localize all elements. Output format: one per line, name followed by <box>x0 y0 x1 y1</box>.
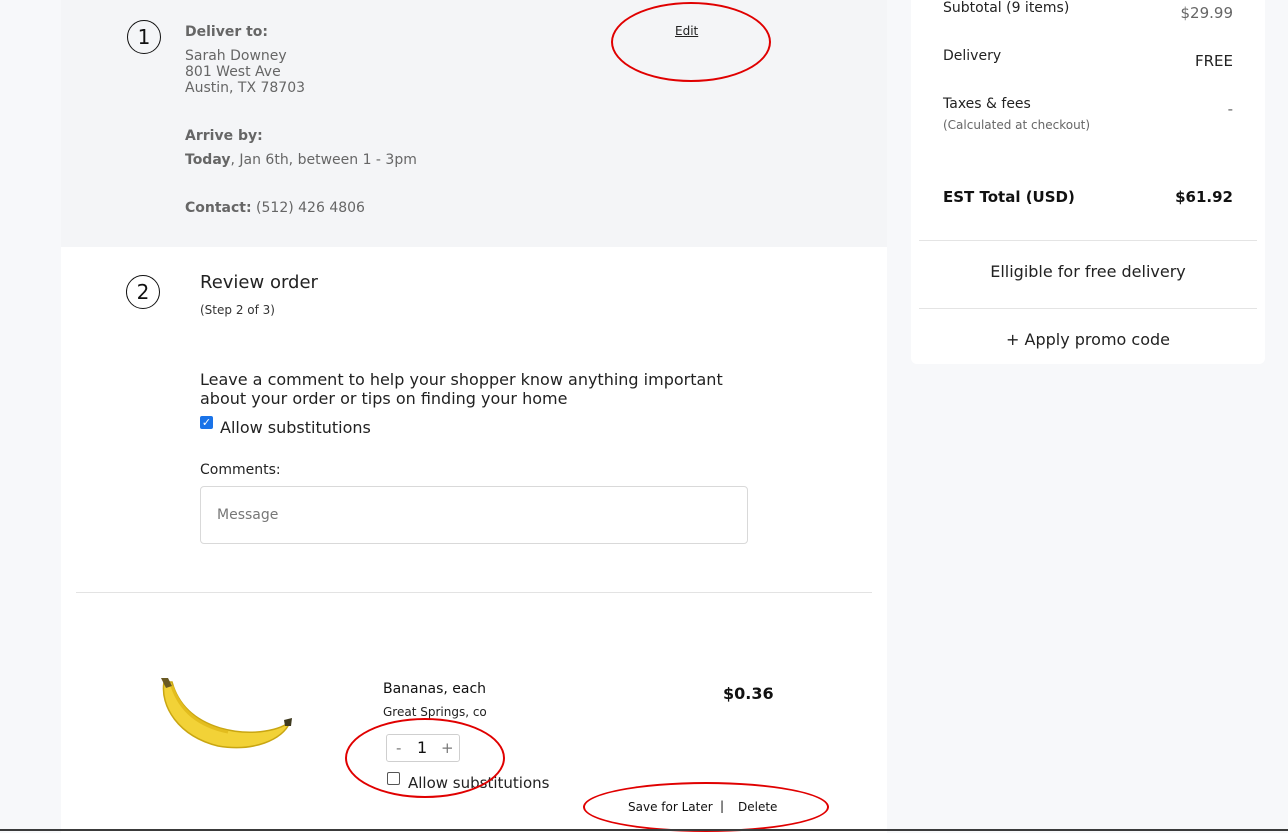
taxes-value: - <box>1227 100 1233 118</box>
decrease-quantity-button[interactable]: - <box>396 739 401 757</box>
action-separator: | <box>720 799 725 813</box>
save-for-later-button[interactable]: Save for Later <box>628 800 713 814</box>
delivery-fee-label: Delivery <box>943 48 1002 64</box>
allow-substitutions-checkbox[interactable]: ✓ <box>200 416 213 429</box>
step-1-indicator: 1 <box>127 20 161 54</box>
deliver-to-label: Deliver to: <box>185 24 269 40</box>
step-2-indicator: 2 <box>126 275 160 309</box>
section-divider <box>76 592 872 593</box>
apply-promo-code-button[interactable]: + Apply promo code <box>911 330 1265 349</box>
item-name: Bananas, each <box>383 681 487 697</box>
arrive-by-label: Arrive by: <box>185 128 263 144</box>
taxes-label: Taxes & fees <box>943 96 1031 112</box>
item-price: $0.36 <box>723 684 774 703</box>
subtotal-label: Subtotal (9 items) <box>943 0 1070 16</box>
edit-delivery-link[interactable]: Edit <box>675 24 698 38</box>
subtotal-value: $29.99 <box>1180 4 1234 22</box>
quantity-value: 1 <box>417 738 428 757</box>
arrive-window: , Jan 6th, between 1 - 3pm <box>230 152 417 168</box>
banana-product-image <box>158 676 294 752</box>
contact-line: Contact: (512) 426 4806 <box>185 200 365 216</box>
estimated-total-value: $61.92 <box>1175 188 1233 206</box>
address-line-2: Austin, TX 78703 <box>185 80 306 96</box>
item-allow-substitutions-checkbox[interactable] <box>387 772 400 785</box>
increase-quantity-button[interactable]: + <box>441 739 454 757</box>
review-order-step: (Step 2 of 3) <box>200 303 275 317</box>
taxes-note: (Calculated at checkout) <box>943 118 1091 132</box>
comments-label: Comments: <box>200 462 281 478</box>
summary-divider-2 <box>919 308 1257 309</box>
item-allow-substitutions-label: Allow substitutions <box>408 774 550 792</box>
delivery-fee-value: FREE <box>1194 52 1233 70</box>
item-brand: Great Springs, co <box>383 705 487 719</box>
free-delivery-message: Elligible for free delivery <box>990 262 1186 281</box>
arrive-by-value: Today, Jan 6th, between 1 - 3pm <box>185 152 417 168</box>
contact-phone: (512) 426 4806 <box>256 200 365 216</box>
delete-item-button[interactable]: Delete <box>738 800 777 814</box>
contact-label: Contact: <box>185 200 252 216</box>
summary-divider-1 <box>919 240 1257 241</box>
arrive-day: Today <box>185 152 231 168</box>
delivery-address: Sarah Downey 801 West Ave Austin, TX 787… <box>185 48 305 96</box>
review-order-title: Review order <box>200 272 318 293</box>
comment-prompt: Leave a comment to help your shopper kno… <box>200 370 723 408</box>
quantity-stepper[interactable]: - 1 + <box>386 734 460 762</box>
comments-message-input[interactable] <box>200 486 748 544</box>
allow-substitutions-label: Allow substitutions <box>220 418 371 437</box>
estimated-total-label: EST Total (USD) <box>943 188 1075 206</box>
address-line-1: 801 West Ave <box>185 64 281 80</box>
recipient-name: Sarah Downey <box>185 48 287 64</box>
bottom-border <box>0 829 1288 831</box>
